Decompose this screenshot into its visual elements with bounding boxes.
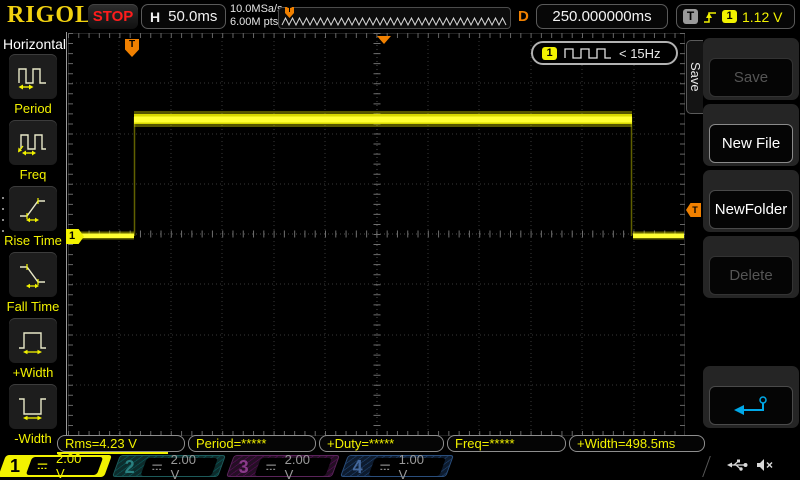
dc-coupling-icon <box>37 462 48 471</box>
back-button[interactable] <box>709 386 793 425</box>
sample-rate: 10.0MSa/s <box>230 3 283 16</box>
menu-item-fall-time[interactable]: Fall Time <box>0 252 66 316</box>
channel-3-block[interactable]: 3 2.00 V <box>226 455 340 477</box>
trigger-label-badge: T <box>683 9 698 24</box>
timebase-value: 50.0ms <box>168 8 217 25</box>
softkey-slot: New File <box>703 104 799 166</box>
oscilloscope-screen: RIGOL STOP H 50.0ms 10.0MSa/s 6.00M pts … <box>0 0 800 480</box>
rigol-logo: RIGOL <box>7 2 92 29</box>
square-wave-icon <box>564 47 612 59</box>
preview-waveform <box>281 10 510 28</box>
menu-item-plus-width[interactable]: +Width <box>0 318 66 382</box>
menu-scroll-dots <box>2 197 4 241</box>
new-folder-button[interactable]: NewFolder <box>709 190 793 229</box>
signal-status-badge: 1 < 15Hz <box>531 41 678 65</box>
plus-width-icon <box>17 327 49 355</box>
channel-1-scale: 2.00 V <box>56 451 92 480</box>
channel-2-block[interactable]: 2 2.00 V <box>112 455 226 477</box>
channel1-waveform <box>68 33 685 436</box>
measurement-duty: +Duty=***** <box>319 435 444 452</box>
waveform-display <box>68 33 685 436</box>
channel-status-bar: 1 2.00 V 2 2.00 V 3 <box>0 454 800 480</box>
signal-frequency: < 15Hz <box>619 46 661 61</box>
menu-item-freq[interactable]: Freq <box>0 120 66 184</box>
channel-1-block[interactable]: 1 2.00 V <box>0 455 112 477</box>
minus-width-icon <box>17 393 49 421</box>
fall-time-icon <box>17 261 49 289</box>
menu-item-rise-time[interactable]: Rise Time <box>0 186 66 250</box>
channel-3-scale: 2.00 V <box>285 452 321 480</box>
timebase-label: H <box>150 9 160 25</box>
trigger-source-badge: 1 <box>722 10 737 23</box>
menu-item-period[interactable]: Period <box>0 54 66 118</box>
softkey-slot: Save <box>703 38 799 100</box>
save-button[interactable]: Save <box>709 58 793 97</box>
measurement-rms: Rms=4.23 V <box>57 435 185 452</box>
freq-icon <box>17 129 49 157</box>
usb-icon <box>726 458 748 472</box>
channel-4-block[interactable]: 4 1.00 V <box>340 455 454 477</box>
softkey-slot: Delete <box>703 236 799 298</box>
measurement-period: Period=***** <box>188 435 316 452</box>
rise-time-icon <box>17 195 49 223</box>
status-icons <box>726 458 774 472</box>
menu-tab-save: Save <box>686 40 703 114</box>
delete-button[interactable]: Delete <box>709 256 793 295</box>
memory-depth: 6.00M pts <box>230 16 283 29</box>
rising-edge-icon <box>703 9 717 25</box>
channel-1-number: 1 <box>10 455 20 477</box>
right-softkey-menu: Save Save New File NewFolder Delete <box>686 32 800 448</box>
channel-3-number: 3 <box>239 456 249 478</box>
signal-channel-badge: 1 <box>542 47 557 60</box>
delay-label: D <box>518 8 529 25</box>
left-measure-menu: Horizontal Period <box>0 32 67 448</box>
top-status-bar: RIGOL STOP H 50.0ms 10.0MSa/s 6.00M pts … <box>0 0 800 32</box>
dc-coupling-icon <box>380 463 391 472</box>
channel-4-scale: 1.00 V <box>399 452 435 480</box>
run-stop-status[interactable]: STOP <box>88 4 138 29</box>
delay-value-box: 250.000000ms <box>536 4 668 29</box>
period-icon <box>17 63 49 91</box>
trigger-status-box: T 1 1.12 V <box>676 4 795 29</box>
bar-divider <box>702 456 711 477</box>
channel-4-number: 4 <box>353 456 363 478</box>
trigger-center-indicator <box>377 36 391 44</box>
measurement-freq: Freq=***** <box>447 435 566 452</box>
measurement-pwidth: +Width=498.5ms <box>569 435 705 452</box>
softkey-slot: NewFolder <box>703 170 799 232</box>
acquisition-info: 10.0MSa/s 6.00M pts <box>230 3 283 29</box>
dc-coupling-icon <box>266 463 277 472</box>
trigger-level-value: 1.12 V <box>742 9 782 25</box>
dc-coupling-icon <box>152 463 163 472</box>
timebase-box[interactable]: H 50.0ms <box>141 4 226 29</box>
waveform-preview-bar[interactable]: T <box>278 7 511 29</box>
channel-2-scale: 2.00 V <box>171 452 207 480</box>
new-file-button[interactable]: New File <box>709 124 793 163</box>
measure-menu-title: Horizontal <box>3 36 66 52</box>
return-arrow-icon <box>731 394 771 418</box>
channel-2-number: 2 <box>125 456 135 478</box>
softkey-slot <box>703 366 799 428</box>
speaker-muted-icon <box>756 458 774 472</box>
